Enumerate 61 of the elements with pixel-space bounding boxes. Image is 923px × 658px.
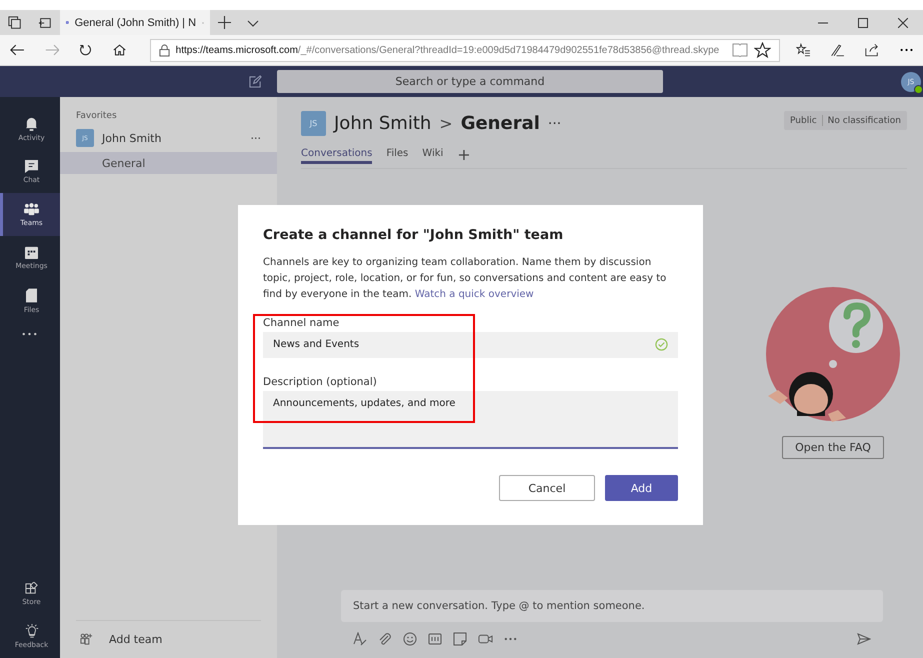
tab-list-icon[interactable]: [8, 16, 22, 30]
more-options-button[interactable]: ···: [250, 132, 261, 144]
add-team-link[interactable]: Add team: [109, 633, 162, 646]
add-people-icon: [80, 633, 93, 646]
channel-tab[interactable]: Conversations: [301, 146, 372, 164]
url-text: https://teams.microsoft.com/_#/conversations/General?threadId=19:e009d5d71984479d902551fe78d53856@thread.skype: [176, 44, 720, 56]
breadcrumb-separator: >: [439, 114, 453, 133]
lock-icon: [158, 44, 170, 56]
more-options-button[interactable]: ···: [548, 116, 562, 132]
favorites-icon[interactable]: [796, 42, 810, 58]
input-field[interactable]: Announcements, updates, and more: [263, 391, 678, 449]
classification-badge: Public No classification: [784, 111, 907, 130]
send-icon[interactable]: [857, 633, 871, 645]
channel-tab[interactable]: Files: [386, 146, 408, 164]
chat-icon: [25, 160, 38, 172]
star-icon[interactable]: [754, 42, 771, 58]
overview-link[interactable]: Watch a quick overview: [414, 289, 534, 300]
cancel-button[interactable]: Cancel: [499, 475, 595, 501]
emoji-icon[interactable]: [403, 632, 417, 646]
more-apps-button[interactable]: •••: [0, 322, 60, 347]
channel-title: General: [460, 113, 540, 134]
field-label: Description (optional): [263, 376, 378, 388]
sticker-icon[interactable]: [453, 632, 467, 646]
video-icon[interactable]: [478, 632, 493, 646]
maximize-icon[interactable]: [858, 18, 868, 28]
bell-icon: [25, 116, 38, 130]
people-icon: [24, 202, 39, 216]
more-icon[interactable]: [900, 48, 913, 52]
field-label: Channel name: [263, 317, 340, 329]
file-icon: [26, 288, 37, 302]
search-field[interactable]: Search or type a command: [277, 70, 663, 93]
compose-icon[interactable]: [249, 75, 262, 88]
team-avatar: JS: [301, 111, 326, 136]
new-tab-icon[interactable]: [218, 16, 231, 29]
add-tab-button[interactable]: +: [457, 147, 471, 163]
pen-icon[interactable]: [830, 42, 846, 58]
section-label: Favorites: [75, 111, 118, 121]
format-icon[interactable]: [353, 632, 367, 646]
paperclip-icon[interactable]: [378, 632, 392, 646]
reading-view-icon[interactable]: [732, 43, 748, 57]
home-icon[interactable]: [112, 42, 126, 58]
tab-preview-icon[interactable]: [38, 16, 52, 30]
back-icon[interactable]: [10, 43, 25, 57]
close-icon[interactable]: [898, 18, 908, 28]
refresh-icon[interactable]: [79, 42, 93, 58]
store-icon: [25, 582, 38, 594]
channel-tab[interactable]: Wiki: [422, 146, 444, 164]
dialog-description: Channels are key to organizing team collaboration. Name them by discussion topic, project, role, location, or for fun, so conversations and content are easy to find by everyone in the team. Watch a quick overview: [263, 256, 668, 302]
lightbulb-icon: [24, 624, 38, 638]
add-button[interactable]: Add: [605, 475, 678, 501]
team-name[interactable]: John Smith: [102, 132, 242, 144]
team-name[interactable]: John Smith: [334, 113, 432, 134]
open-faq-button[interactable]: Open the FAQ: [782, 436, 884, 459]
input-field[interactable]: News and Events: [263, 332, 678, 358]
share-icon[interactable]: [865, 42, 880, 58]
dialog-title: Create a channel for "John Smith" team: [263, 227, 564, 243]
browser-tab[interactable]: General (John Smith) | N: [60, 10, 210, 35]
address-bar[interactable]: https://teams.microsoft.com/_#/conversations/General?threadId=19:e009d5d71984479d902551fe78d53856@thread.skype: [150, 38, 780, 62]
calendar-icon: [25, 246, 38, 258]
channel-item[interactable]: General: [60, 152, 277, 174]
message-field[interactable]: Start a new conversation. Type @ to mention someone.: [341, 590, 883, 622]
